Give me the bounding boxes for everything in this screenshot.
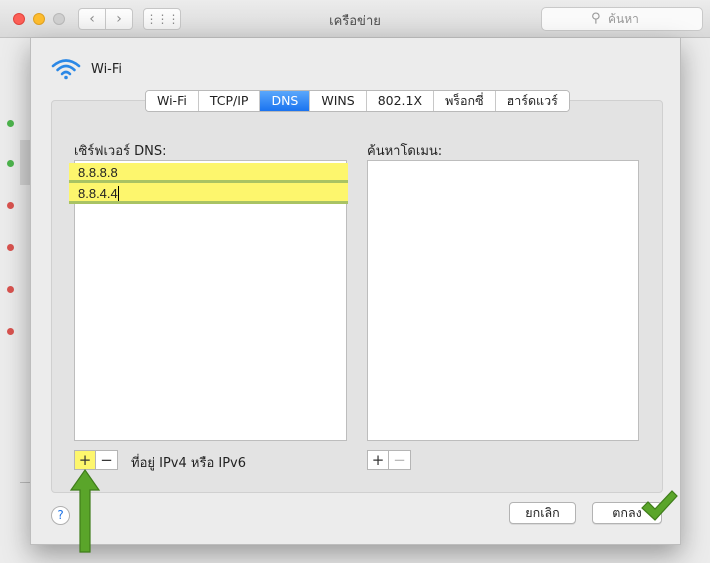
dns-add-remove-control: + − — [74, 450, 118, 470]
add-search-domain-button[interactable]: + — [367, 450, 389, 470]
window-titlebar: ‹ › ⋮⋮⋮ เครือข่าย ⚲ ค้นหา — [0, 0, 710, 38]
wifi-icon — [51, 59, 81, 80]
dns-servers-list[interactable]: 8.8.8.8 8.8.4.4 — [69, 160, 348, 441]
search-placeholder: ค้นหา — [608, 12, 639, 26]
cancel-button[interactable]: ยกเลิก — [509, 502, 576, 524]
tab-hardware[interactable]: ฮาร์ดแวร์ — [495, 91, 569, 111]
search-domains-label: ค้นหาโดเมน: — [367, 144, 443, 159]
background-divider — [20, 482, 30, 500]
selected-service-row — [20, 140, 30, 185]
status-dot — [7, 202, 14, 209]
dns-server-value: 8.8.8.8 — [78, 165, 118, 180]
add-dns-server-button[interactable]: + — [74, 450, 96, 470]
search-field[interactable]: ⚲ ค้นหา — [541, 7, 703, 31]
status-dot — [7, 244, 14, 251]
interface-name: Wi-Fi — [91, 62, 123, 77]
checkmark-icon — [641, 490, 678, 521]
arrow-up-icon — [69, 468, 101, 553]
status-dot — [7, 120, 14, 127]
tab-8021x[interactable]: 802.1X — [366, 91, 435, 111]
address-format-hint: ที่อยู่ IPv4 หรือ IPv6 — [131, 456, 247, 471]
tab-tcpip[interactable]: TCP/IP — [198, 91, 261, 111]
domain-add-remove-control: + − — [367, 450, 411, 470]
status-dot — [7, 286, 14, 293]
tab-wins[interactable]: WINS — [310, 91, 367, 111]
advanced-settings-sheet: Wi-Fi Wi-Fi TCP/IP DNS WINS 802.1X พร็อก… — [30, 38, 681, 545]
tab-bar: Wi-Fi TCP/IP DNS WINS 802.1X พร็อกซี่ ฮา… — [145, 90, 570, 112]
status-dot — [7, 328, 14, 335]
search-domains-list[interactable] — [367, 160, 639, 441]
tab-proxies[interactable]: พร็อกซี่ — [434, 91, 496, 111]
remove-search-domain-button[interactable]: − — [389, 450, 411, 470]
search-icon: ⚲ — [591, 11, 601, 26]
tab-wifi[interactable]: Wi-Fi — [146, 91, 199, 111]
dns-server-value: 8.8.4.4 — [78, 186, 118, 201]
text-caret — [117, 186, 119, 201]
status-dot — [7, 160, 14, 167]
tab-dns[interactable]: DNS — [260, 91, 311, 111]
list-item-editing[interactable]: 8.8.4.4 — [69, 180, 348, 204]
dns-servers-label: เซิร์ฟเวอร์ DNS: — [74, 144, 167, 159]
remove-dns-server-button[interactable]: − — [96, 450, 118, 470]
